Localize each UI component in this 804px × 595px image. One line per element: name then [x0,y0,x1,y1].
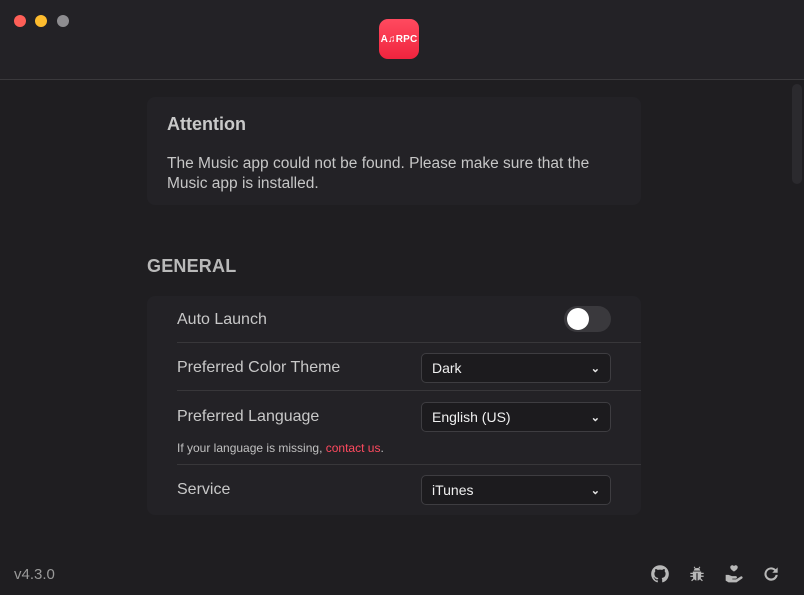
color-theme-row: Preferred Color Theme Dark ⌄ [177,343,641,390]
language-row: Preferred Language English (US) ⌄ If you… [177,391,641,464]
chevron-down-icon: ⌄ [590,484,600,497]
maximize-window-button[interactable] [57,15,69,27]
service-row: Service iTunes ⌄ [177,465,641,515]
service-value: iTunes [432,482,474,498]
chevron-down-icon: ⌄ [590,411,600,424]
language-hint-suffix: . [380,441,384,455]
bug-icon[interactable] [686,563,708,585]
language-select[interactable]: English (US) ⌄ [421,402,611,432]
donate-icon[interactable] [723,563,745,585]
color-theme-select[interactable]: Dark ⌄ [421,353,611,383]
attention-title: Attention [167,114,246,134]
language-hint: If your language is missing, contact us. [177,441,384,455]
language-label: Preferred Language [177,408,320,425]
attention-message: The Music app could not be found. Please… [167,155,590,192]
auto-launch-toggle[interactable] [564,306,611,332]
auto-launch-label: Auto Launch [177,311,267,328]
auto-launch-row: Auto Launch [177,296,641,342]
color-theme-label: Preferred Color Theme [177,359,341,376]
language-hint-text: If your language is missing, [177,441,326,455]
version-label: v4.3.0 [14,566,55,583]
contact-us-link[interactable]: contact us [326,441,381,455]
service-label: Service [177,481,231,498]
reload-icon[interactable] [760,563,782,585]
app-window: A♫RPC Attention The Music app could not … [0,0,804,595]
section-title-general: GENERAL [147,256,237,276]
footer-actions [649,563,782,585]
attention-card: Attention The Music app could not be fou… [147,97,641,205]
github-icon[interactable] [649,563,671,585]
toggle-knob [567,308,589,330]
close-window-button[interactable] [14,15,26,27]
minimize-window-button[interactable] [35,15,47,27]
language-value: English (US) [432,409,511,425]
chevron-down-icon: ⌄ [590,362,600,375]
general-settings-card: Auto Launch Preferred Color Theme Dark ⌄… [147,296,641,515]
service-select[interactable]: iTunes ⌄ [421,475,611,505]
color-theme-value: Dark [432,360,462,376]
scrollbar-thumb[interactable] [792,84,802,184]
app-logo: A♫RPC [379,19,419,59]
title-bar[interactable]: A♫RPC [0,0,804,80]
